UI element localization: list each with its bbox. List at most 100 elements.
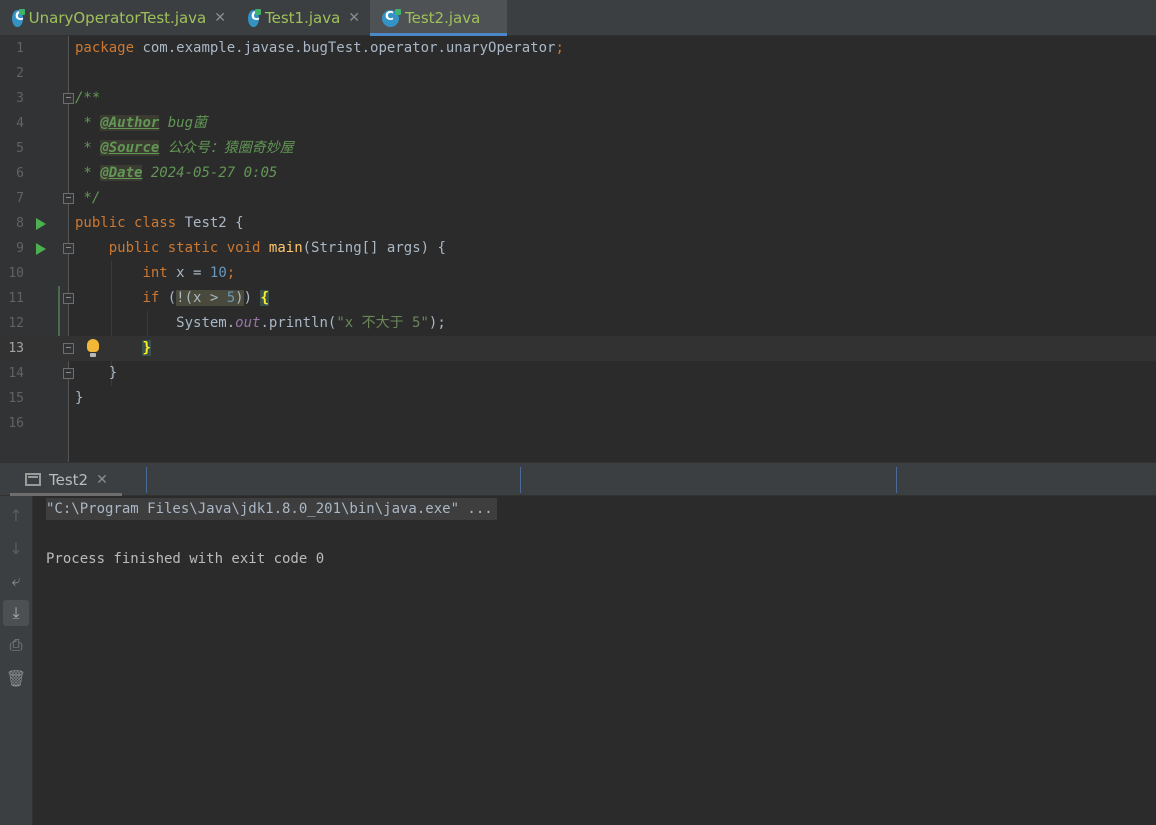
- line-number: 8: [16, 216, 24, 231]
- fold-icon[interactable]: [63, 343, 74, 354]
- down-arrow-icon[interactable]: ↓: [3, 535, 29, 561]
- code-token: (String[] args) {: [302, 240, 446, 256]
- line-number: 12: [8, 316, 24, 331]
- code-line: 16: [0, 411, 1156, 436]
- tab-test2[interactable]: Test2.java: [370, 0, 507, 36]
- code-token: void: [218, 240, 261, 256]
- splitter-mark: [146, 467, 147, 493]
- code-line-current: 13 }: [0, 336, 1156, 361]
- code-token: package: [75, 40, 135, 56]
- tab-label: Test1.java: [264, 9, 341, 27]
- code-token: public: [75, 215, 126, 231]
- code-editor[interactable]: 1 package com.example.javase.bugTest.ope…: [0, 36, 1156, 462]
- code-token: );: [428, 315, 446, 331]
- code-token: out: [235, 315, 261, 331]
- line-number: 3: [16, 91, 24, 106]
- code-token: 5: [226, 290, 236, 306]
- code-line: 9 public static void main(String[] args)…: [0, 236, 1156, 261]
- code-token: System.: [176, 315, 236, 331]
- run-tab-test2[interactable]: Test2 ✕: [10, 463, 122, 496]
- console-exit-message: Process finished with exit code 0: [46, 551, 325, 567]
- editor-tab-bar: UnaryOperatorTest.java ✕ Test1.java ✕ Te…: [0, 0, 1156, 36]
- code-line: 6 * @Date 2024-05-27 0:05: [0, 161, 1156, 186]
- run-panel-header: Test2 ✕: [0, 462, 1156, 496]
- javadoc-tag: @Date: [100, 165, 143, 181]
- code-token: ): [235, 290, 244, 306]
- code-token: .println(: [260, 315, 337, 331]
- console-command-line[interactable]: "C:\Program Files\Java\jdk1.8.0_201\bin\…: [46, 498, 497, 520]
- javadoc-tag: @Source: [100, 140, 160, 156]
- up-arrow-icon[interactable]: ↑: [3, 502, 29, 528]
- code-token: ): [243, 290, 261, 306]
- code-token: }: [108, 365, 118, 381]
- code-token: class: [125, 215, 177, 231]
- code-line: 8 public class Test2 {: [0, 211, 1156, 236]
- javadoc-tag: @Author: [100, 115, 160, 131]
- close-icon[interactable]: ✕: [96, 472, 108, 488]
- code-line: 2: [0, 61, 1156, 86]
- close-icon[interactable]: ✕: [348, 10, 360, 26]
- code-token: if: [142, 290, 160, 306]
- code-token: *: [75, 115, 101, 131]
- code-line: 11 if (!(x > 5)) {: [0, 286, 1156, 311]
- code-token: 2024-05-27 0:05: [142, 165, 278, 181]
- code-line: 5 * @Source 公众号：猿圈奇妙屋: [0, 136, 1156, 161]
- code-line: 4 * @Author bug菌: [0, 111, 1156, 136]
- code-token: /**: [75, 90, 101, 106]
- line-number: 6: [16, 166, 24, 181]
- code-line: 10 int x = 10;: [0, 261, 1156, 286]
- fold-icon[interactable]: [63, 293, 74, 304]
- line-number: 2: [16, 66, 24, 81]
- tab-label: Test2.java: [405, 9, 481, 27]
- code-line: 1 package com.example.javase.bugTest.ope…: [0, 36, 1156, 61]
- code-line: 12 System.out.println("x 不大于 5");: [0, 311, 1156, 336]
- code-line: 3 /**: [0, 86, 1156, 111]
- code-token: static: [159, 240, 219, 256]
- code-token: *: [75, 140, 101, 156]
- code-token: }: [142, 340, 151, 356]
- line-number: 9: [16, 241, 24, 256]
- console-output[interactable]: "C:\Program Files\Java\jdk1.8.0_201\bin\…: [34, 496, 1156, 825]
- fold-icon[interactable]: [63, 368, 74, 379]
- run-class-icon[interactable]: [36, 218, 46, 230]
- run-tab-label: Test2: [49, 470, 89, 489]
- console-icon: [25, 473, 41, 486]
- code-line: 14 }: [0, 361, 1156, 386]
- code-token: (: [159, 290, 177, 306]
- close-icon[interactable]: ✕: [214, 10, 226, 26]
- line-number: 7: [16, 191, 24, 206]
- code-token: "x 不大于 5": [336, 315, 429, 331]
- code-token: int: [142, 265, 168, 281]
- java-class-icon: [382, 8, 401, 27]
- code-token: !(x >: [176, 290, 227, 306]
- code-line: 15 }: [0, 386, 1156, 411]
- code-token: Test2 {: [176, 215, 244, 231]
- code-token: ;: [555, 40, 564, 56]
- tab-test1[interactable]: Test1.java ✕: [236, 0, 370, 36]
- line-number: 4: [16, 116, 24, 131]
- code-token: */: [75, 190, 101, 206]
- code-token: 公众号：猿圈奇妙屋: [159, 140, 294, 156]
- fold-icon[interactable]: [63, 193, 74, 204]
- code-token: x =: [167, 265, 210, 281]
- trash-icon[interactable]: 🗑: [3, 665, 29, 691]
- fold-icon[interactable]: [63, 93, 74, 104]
- code-token: *: [75, 165, 101, 181]
- fold-icon[interactable]: [63, 243, 74, 254]
- splitter-mark: [520, 467, 521, 493]
- line-number: 16: [8, 416, 24, 431]
- line-number: 15: [8, 391, 24, 406]
- code-token: }: [75, 390, 84, 406]
- scroll-to-end-icon[interactable]: ⤓: [3, 600, 29, 626]
- code-token: ;: [226, 265, 236, 281]
- tab-unaryoperatortest[interactable]: UnaryOperatorTest.java ✕: [0, 0, 236, 36]
- code-token: com.example.javase.bugTest.operator.unar…: [134, 40, 556, 56]
- line-number: 14: [8, 366, 24, 381]
- run-main-icon[interactable]: [36, 243, 46, 255]
- print-icon[interactable]: ⎙: [3, 632, 29, 658]
- line-number: 1: [16, 41, 24, 56]
- code-line: 7 */: [0, 186, 1156, 211]
- splitter-mark: [896, 467, 897, 493]
- soft-wrap-icon[interactable]: ⤶: [3, 568, 29, 594]
- line-number: 13: [8, 341, 24, 356]
